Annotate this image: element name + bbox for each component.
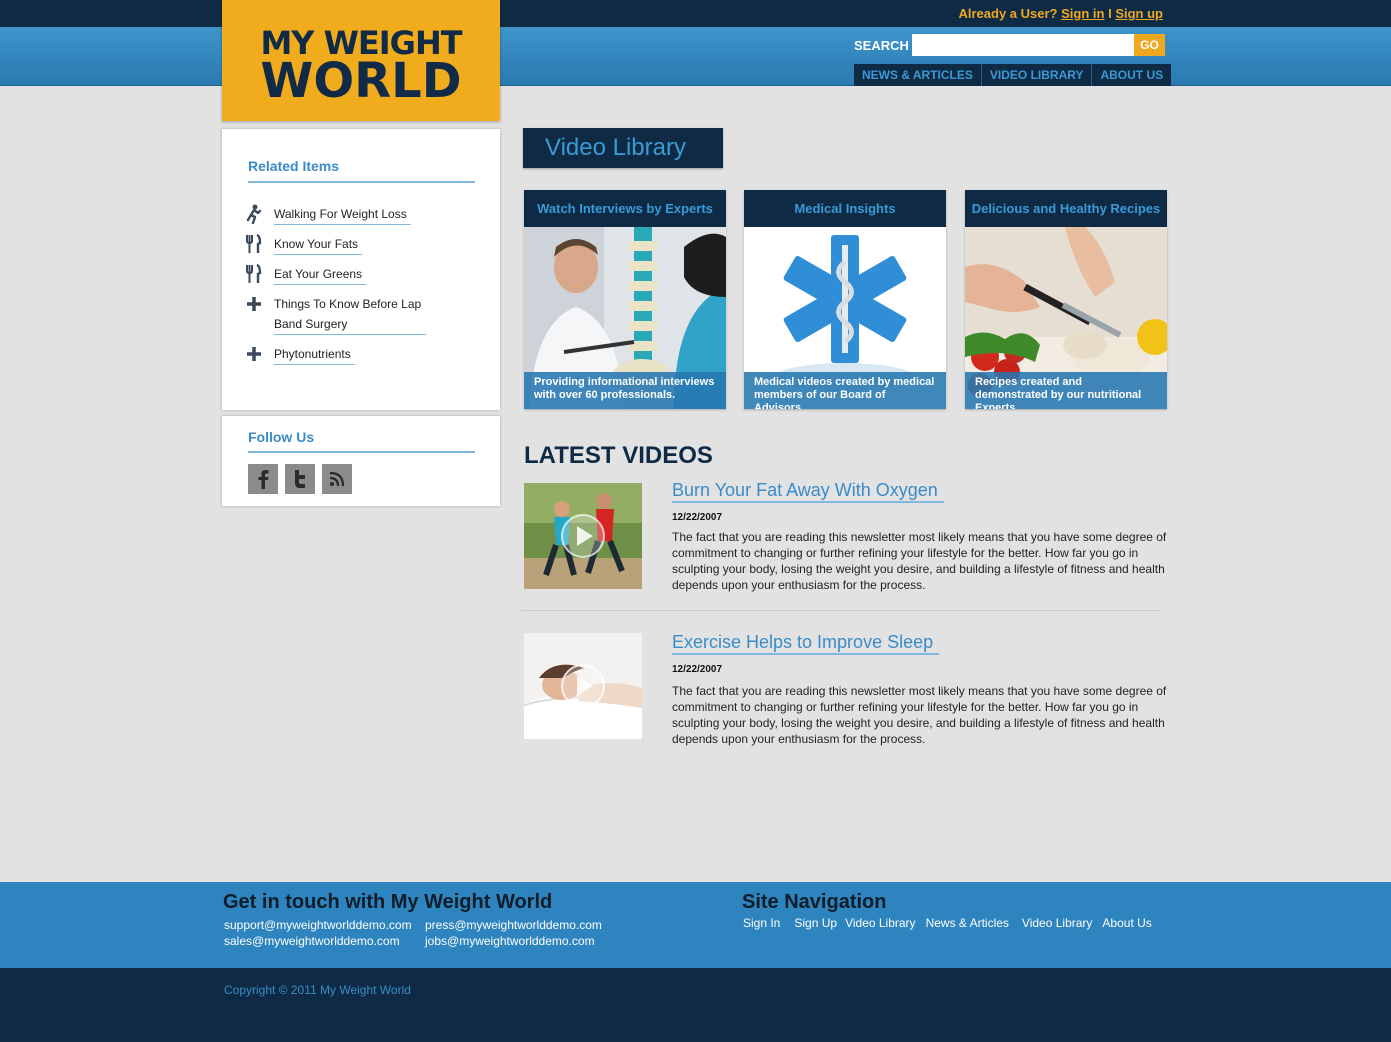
video-description: The fact that you are reading this newsl… — [672, 684, 1167, 746]
related-item-link[interactable]: Phytonutrients — [274, 344, 355, 365]
related-item[interactable]: Eat Your Greens — [246, 264, 476, 285]
card-title: Medical Insights — [794, 201, 896, 216]
twitter-icon[interactable] — [285, 464, 315, 494]
nav-video-library[interactable]: VIDEO LIBRARY — [982, 64, 1093, 86]
fork-knife-icon — [246, 234, 262, 254]
card-caption: Medical videos created by medical member… — [744, 372, 946, 409]
footer-link-video-library[interactable]: Video Library — [1022, 916, 1093, 930]
logo-line-2: WORLD — [260, 53, 462, 109]
video-category-card[interactable]: Medical Insights Medical videos created … — [744, 190, 946, 409]
logo[interactable]: MY WEIGHT WORLD — [222, 0, 500, 121]
sign-up-link[interactable]: Sign up — [1115, 6, 1163, 21]
video-category-card[interactable]: Delicious and Healthy Recipes Recipes cr… — [965, 190, 1167, 409]
email-link[interactable]: sales@myweightworlddemo.com — [224, 934, 400, 948]
page-title: Video Library — [523, 128, 723, 168]
follow-us-title: Follow Us — [248, 429, 315, 445]
account-links: Already a User? Sign in I Sign up — [958, 6, 1163, 21]
footer-link-sign-in[interactable]: Sign In — [743, 916, 780, 930]
related-item[interactable]: Things To Know Before Lap Band Surgery — [246, 294, 476, 335]
video-date: 12/22/2007 — [672, 664, 723, 675]
related-items-panel: Related Items Walking For Weight Loss Kn… — [222, 129, 500, 410]
email-link[interactable]: press@myweightworlddemo.com — [425, 918, 602, 932]
video-thumbnail[interactable] — [524, 483, 642, 589]
search-label: SEARCH — [854, 38, 909, 53]
divider — [248, 181, 475, 183]
footer-nav: Sign In Sign Up Video Library News & Art… — [743, 916, 1152, 930]
card-caption: Recipes created and demonstrated by our … — [965, 372, 1167, 409]
already-user-text: Already a User? — [958, 6, 1058, 21]
search-input[interactable] — [912, 34, 1134, 56]
header-band — [0, 27, 1391, 86]
related-item[interactable]: Phytonutrients — [246, 344, 476, 365]
fork-knife-icon — [246, 264, 262, 284]
main-nav: NEWS & ARTICLES VIDEO LIBRARY ABOUT US — [854, 64, 1172, 86]
nav-about-us[interactable]: ABOUT US — [1092, 64, 1171, 86]
footer-nav-title: Site Navigation — [742, 891, 887, 913]
card-title: Watch Interviews by Experts — [537, 201, 713, 216]
link-separator: I — [1108, 6, 1112, 21]
video-category-card[interactable]: Watch Interviews by Experts Providing in… — [524, 190, 726, 409]
video-title-link[interactable]: Exercise Helps to Improve Sleep — [672, 631, 940, 655]
running-person-icon — [246, 204, 262, 224]
sign-in-link[interactable]: Sign in — [1061, 6, 1104, 21]
copyright: Copyright © 2011 My Weight World — [224, 983, 411, 997]
top-bar — [0, 0, 1391, 27]
email-link[interactable]: support@myweightworlddemo.com — [224, 918, 412, 932]
related-item-link[interactable]: Things To Know Before Lap Band Surgery — [274, 294, 426, 335]
footer-link-about-us[interactable]: About Us — [1102, 916, 1151, 930]
related-item[interactable]: Walking For Weight Loss — [246, 204, 476, 225]
footer-link-news-articles[interactable]: News & Articles — [926, 916, 1009, 930]
card-title: Delicious and Healthy Recipes — [971, 201, 1161, 216]
video-thumbnail[interactable] — [524, 633, 642, 739]
follow-us-panel: Follow Us — [222, 416, 500, 506]
related-item-link[interactable]: Walking For Weight Loss — [274, 204, 411, 225]
related-item-link[interactable]: Eat Your Greens — [274, 264, 367, 285]
video-title-link[interactable]: Burn Your Fat Away With Oxygen — [672, 479, 944, 503]
footer-bottom — [0, 968, 1391, 1042]
go-button[interactable]: GO — [1134, 34, 1165, 56]
video-description: The fact that you are reading this newsl… — [672, 530, 1167, 592]
plus-icon — [246, 294, 262, 314]
related-item[interactable]: Know Your Fats — [246, 234, 476, 255]
nav-news-articles[interactable]: NEWS & ARTICLES — [854, 64, 982, 86]
facebook-icon[interactable] — [248, 464, 278, 494]
related-items-title: Related Items — [248, 158, 340, 174]
rss-icon[interactable] — [322, 464, 352, 494]
email-link[interactable]: jobs@myweightworlddemo.com — [425, 934, 595, 948]
video-date: 12/22/2007 — [672, 512, 723, 523]
divider — [521, 610, 1161, 611]
footer-link-sign-up[interactable]: Sign Up — [794, 916, 837, 930]
footer-contact-title: Get in touch with My Weight World — [223, 891, 553, 913]
card-caption: Providing informational interviews with … — [524, 372, 726, 409]
latest-videos-heading: LATEST VIDEOS — [524, 442, 713, 469]
divider — [248, 451, 475, 453]
footer-link-video-library[interactable]: Video Library — [845, 916, 916, 930]
footer — [0, 882, 1391, 968]
related-item-link[interactable]: Know Your Fats — [274, 234, 363, 255]
plus-icon — [246, 344, 262, 364]
